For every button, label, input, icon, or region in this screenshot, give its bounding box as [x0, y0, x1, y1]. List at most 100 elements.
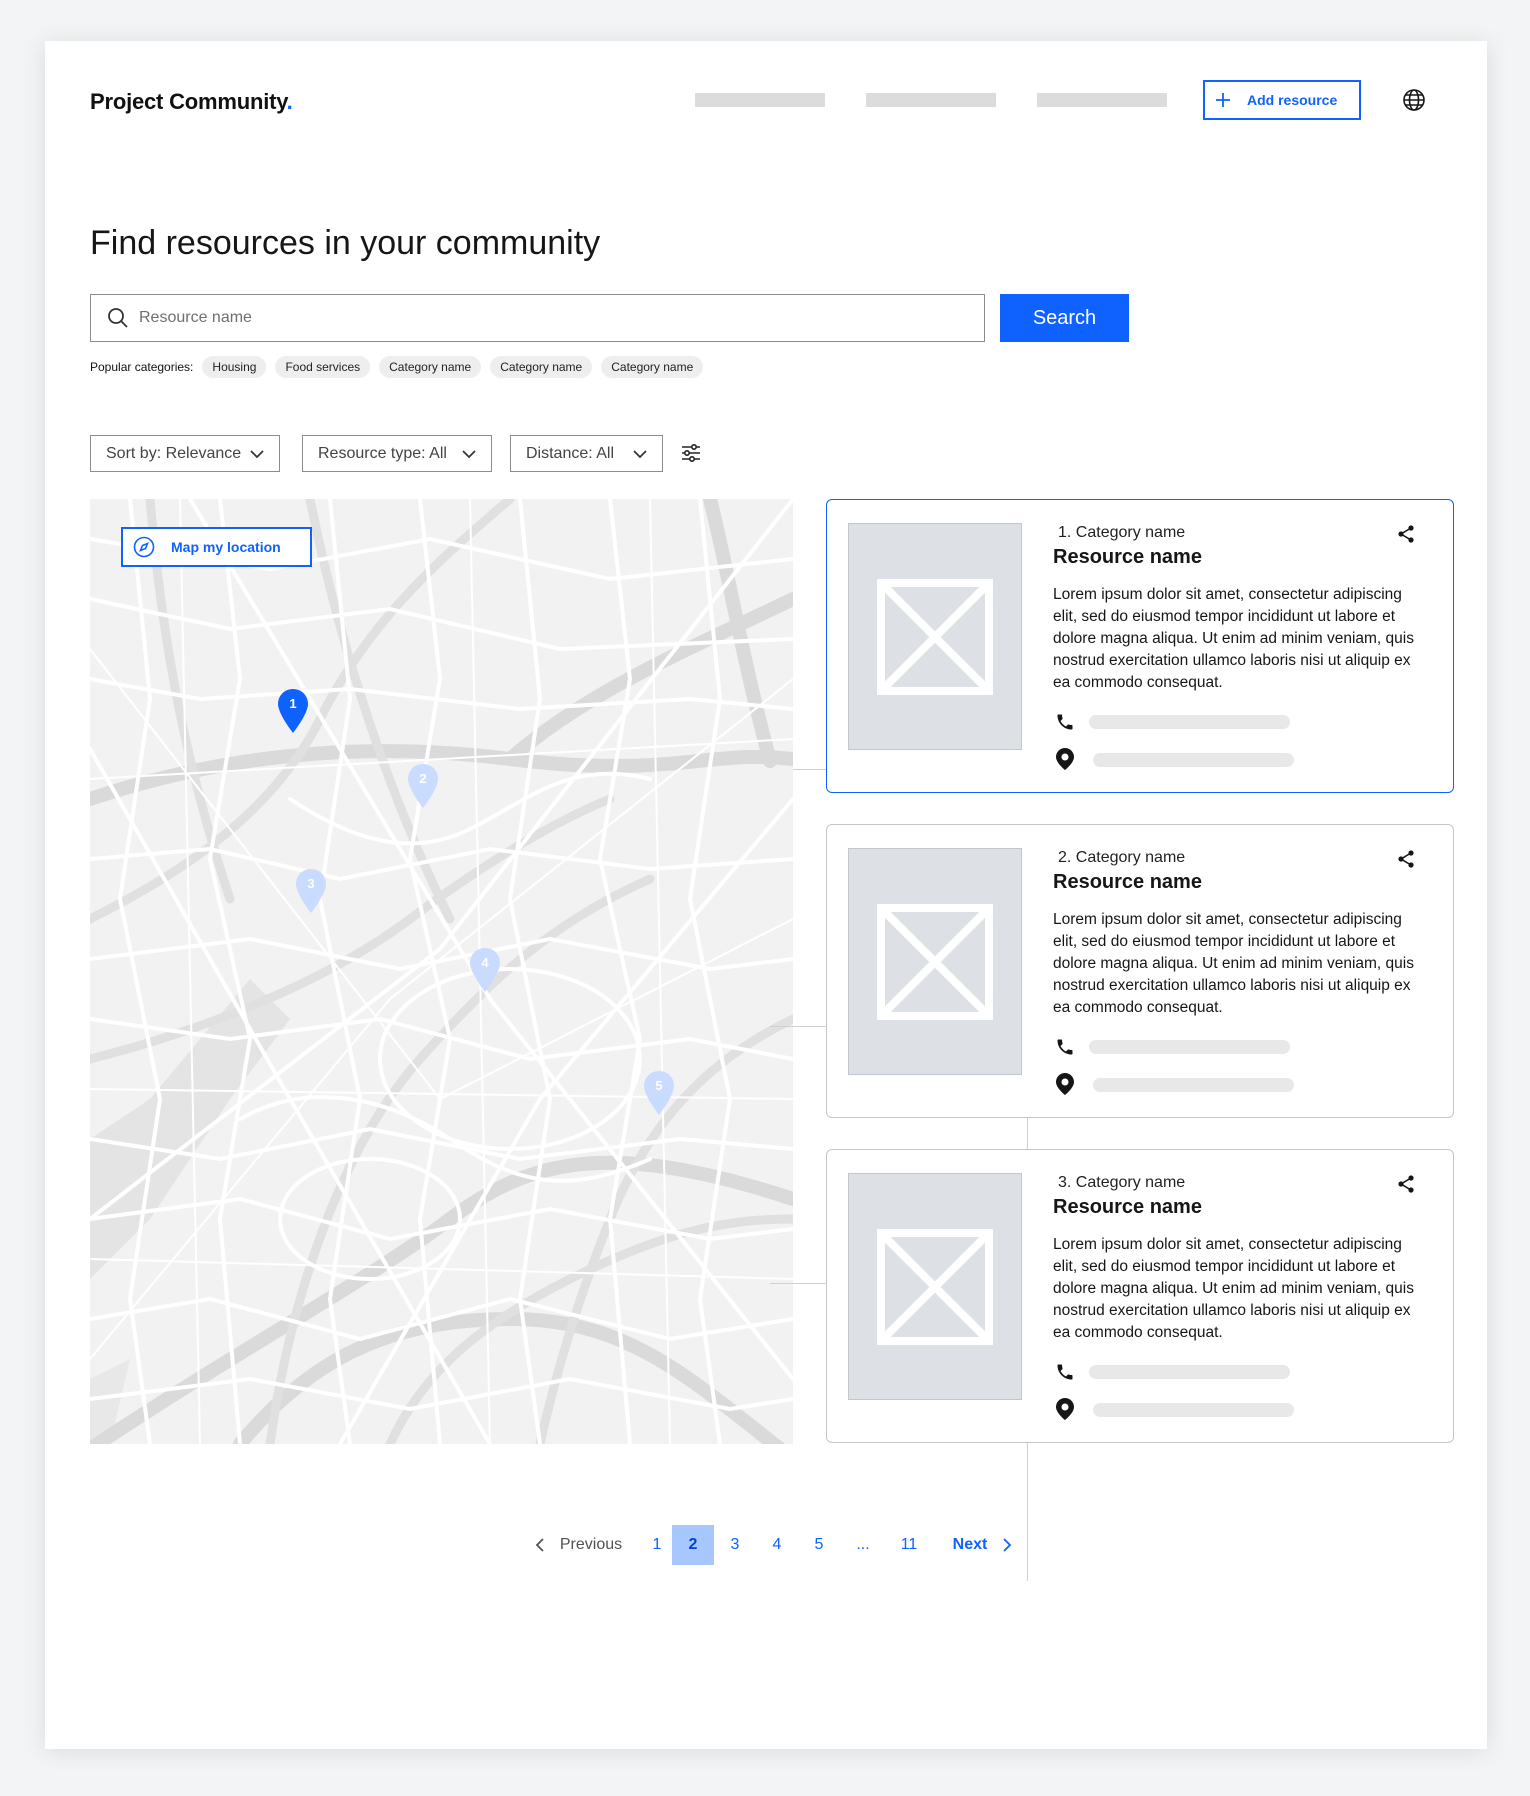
address-placeholder-bar — [1093, 1078, 1294, 1092]
chevron-left-icon — [534, 1538, 546, 1552]
nav-item-placeholder-2[interactable] — [866, 93, 996, 107]
map-pin-label: 5 — [655, 1078, 663, 1093]
image-placeholder-icon — [877, 903, 993, 1020]
map-pin-label: 2 — [419, 771, 427, 786]
category-chip-5[interactable]: Category name — [601, 356, 704, 378]
pagination-previous[interactable]: Previous — [518, 1525, 638, 1565]
map-pin-label: 1 — [289, 696, 297, 711]
resource-name[interactable]: Resource name — [1053, 546, 1202, 569]
filter-settings-icon[interactable] — [680, 442, 702, 464]
page: Project Community. Add resource Find res… — [45, 41, 1487, 1749]
location-pin-icon — [1056, 1398, 1074, 1420]
sort-dropdown-label: Sort by: Relevance — [106, 444, 242, 462]
address-placeholder-bar — [1093, 1403, 1294, 1417]
resource-card-3[interactable]: 3. Category name Resource name Lorem ips… — [826, 1149, 1454, 1443]
phone-placeholder-bar — [1089, 1365, 1290, 1379]
chevron-right-icon — [1001, 1538, 1013, 1552]
logo[interactable]: Project Community. — [90, 89, 293, 115]
page-title: Find resources in your community — [90, 224, 601, 262]
map-pin-label: 3 — [307, 876, 315, 891]
resource-card-1[interactable]: 1. Category name Resource name Lorem ips… — [826, 499, 1454, 793]
phone-icon — [1055, 1362, 1075, 1382]
popular-categories-label: Popular categories: — [90, 360, 194, 374]
resource-category: 3. Category name — [1058, 1174, 1186, 1191]
map-pin-icon — [296, 869, 326, 913]
map-pin-5[interactable]: 5 — [642, 1069, 676, 1117]
search-input[interactable] — [139, 309, 959, 327]
sort-dropdown[interactable]: Sort by: Relevance — [90, 435, 280, 472]
category-chip-housing[interactable]: Housing — [202, 356, 267, 378]
pagination-page-11[interactable]: 11 — [888, 1525, 930, 1565]
pagination-previous-label: Previous — [559, 1536, 623, 1553]
plus-icon — [1215, 92, 1231, 108]
pagination: Previous 1 2 3 4 5 ... 11 Next — [45, 1525, 1487, 1565]
search-icon — [107, 307, 129, 329]
phone-icon — [1055, 1037, 1075, 1057]
nav-item-placeholder-3[interactable] — [1037, 93, 1167, 107]
search-button[interactable]: Search — [1000, 294, 1129, 342]
map-pin-4[interactable]: 4 — [468, 946, 502, 994]
phone-icon — [1055, 712, 1075, 732]
resource-image-placeholder — [848, 848, 1022, 1075]
search-field[interactable] — [90, 294, 985, 342]
category-chip-food-services[interactable]: Food services — [275, 356, 371, 378]
globe-icon[interactable] — [1402, 88, 1426, 112]
resource-description: Lorem ipsum dolor sit amet, consectetur … — [1053, 911, 1414, 1016]
pagination-next-label: Next — [952, 1536, 988, 1553]
popular-categories: Popular categories: Housing Food service… — [90, 356, 712, 378]
map-pin-3[interactable]: 3 — [294, 867, 328, 915]
resource-image-placeholder — [848, 1173, 1022, 1400]
logo-dot: . — [286, 89, 293, 114]
chevron-down-icon — [249, 446, 265, 462]
map-my-location-label: Map my location — [171, 539, 281, 555]
pagination-next[interactable]: Next — [941, 1525, 1025, 1565]
distance-dropdown[interactable]: Distance: All — [510, 435, 663, 472]
resource-category: 1. Category name — [1058, 524, 1186, 541]
chevron-down-icon — [632, 446, 648, 462]
pagination-page-3[interactable]: 3 — [714, 1525, 756, 1565]
category-chip-3[interactable]: Category name — [379, 356, 482, 378]
resource-category: 2. Category name — [1058, 849, 1186, 866]
share-icon[interactable] — [1396, 849, 1416, 869]
resource-description: Lorem ipsum dolor sit amet, consectetur … — [1053, 1236, 1414, 1341]
image-placeholder-icon — [877, 578, 993, 695]
location-pin-icon — [1056, 1073, 1074, 1095]
map-roads — [90, 499, 793, 1444]
add-resource-button[interactable]: Add resource — [1203, 80, 1361, 120]
pagination-page-4[interactable]: 4 — [756, 1525, 798, 1565]
resource-name[interactable]: Resource name — [1053, 871, 1202, 894]
category-chip-4[interactable]: Category name — [490, 356, 593, 378]
share-icon[interactable] — [1396, 1174, 1416, 1194]
pagination-ellipsis: ... — [856, 1536, 870, 1553]
map-my-location-button[interactable]: Map my location — [121, 527, 312, 567]
pagination-page-5[interactable]: 5 — [798, 1525, 840, 1565]
resource-description: Lorem ipsum dolor sit amet, consectetur … — [1053, 586, 1414, 691]
resource-type-dropdown[interactable]: Resource type: All — [302, 435, 492, 472]
map-pin-icon — [408, 764, 438, 808]
map-pin-icon — [470, 948, 500, 992]
address-placeholder-bar — [1093, 753, 1294, 767]
phone-placeholder-bar — [1089, 1040, 1290, 1054]
logo-text: Project Community — [90, 89, 287, 114]
map-pin-1[interactable]: 1 — [276, 687, 310, 735]
map-pin-label: 4 — [481, 955, 489, 970]
resource-card-2[interactable]: 2. Category name Resource name Lorem ips… — [826, 824, 1454, 1118]
add-resource-label: Add resource — [1247, 92, 1338, 108]
compass-icon — [133, 536, 155, 558]
pagination-page-1[interactable]: 1 — [642, 1525, 672, 1565]
nav-item-placeholder-1[interactable] — [695, 93, 825, 107]
chevron-down-icon — [461, 446, 477, 462]
map-pin-icon — [278, 689, 308, 733]
map[interactable]: Map my location 1 2 3 4 5 — [90, 499, 793, 1444]
resource-name[interactable]: Resource name — [1053, 1196, 1202, 1219]
pagination-page-2[interactable]: 2 — [672, 1525, 714, 1565]
phone-placeholder-bar — [1089, 715, 1290, 729]
map-pin-icon — [644, 1071, 674, 1115]
resource-image-placeholder — [848, 523, 1022, 750]
distance-dropdown-label: Distance: All — [526, 444, 615, 462]
image-placeholder-icon — [877, 1228, 993, 1345]
map-pin-2[interactable]: 2 — [406, 762, 440, 810]
share-icon[interactable] — [1396, 524, 1416, 544]
resource-type-dropdown-label: Resource type: All — [318, 444, 447, 462]
location-pin-icon — [1056, 748, 1074, 770]
